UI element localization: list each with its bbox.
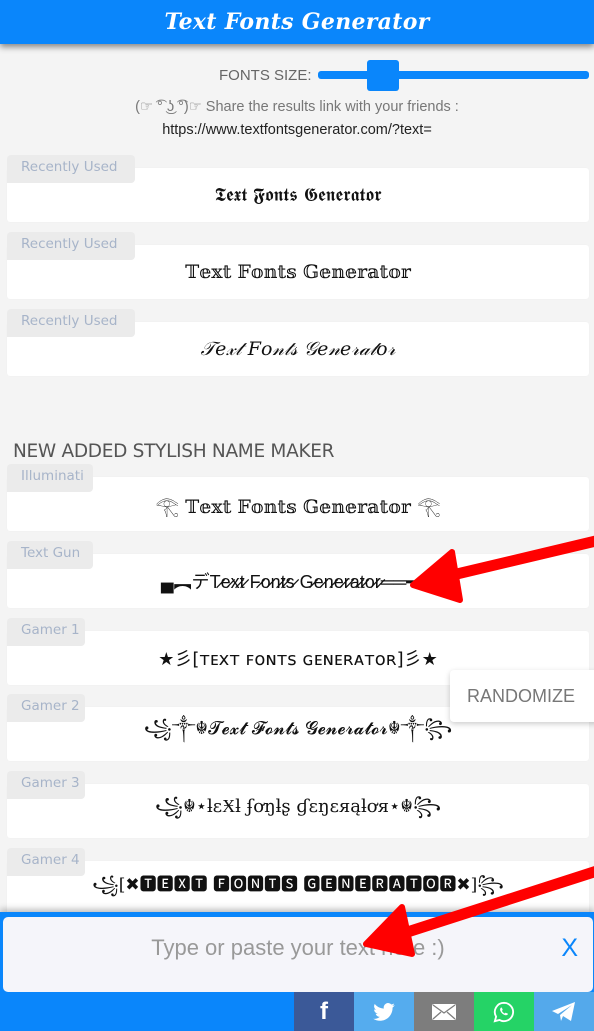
- style-item-label: Illuminati: [7, 464, 93, 492]
- input-bar: X f: [0, 912, 594, 1031]
- style-item-text[interactable]: ꧁[✖🆃🅴🆇🆃 🅵🅾🅽🆃🆂 🅶🅴🅽🅴🆁🅰🆃🅾🆁✖]꧂: [7, 861, 589, 915]
- email-icon: [432, 1003, 456, 1020]
- whatsapp-share-button[interactable]: [474, 992, 534, 1031]
- style-item-label: Gamer 3: [7, 771, 85, 799]
- font-size-slider-track[interactable]: [318, 71, 589, 79]
- telegram-icon: [552, 1001, 575, 1021]
- recent-item-label: Recently Used: [7, 232, 135, 260]
- share-prompt: (☞ ͡° ͜ʖ ͡°)☞ Share the results link wit…: [135, 99, 459, 115]
- whatsapp-icon: [493, 1001, 515, 1022]
- share-buttons: f: [294, 992, 594, 1031]
- style-item-label: Gamer 1: [7, 618, 85, 646]
- app-header: Text Fonts Generator: [0, 0, 594, 44]
- font-size-label: FONTS SIZE:: [219, 67, 312, 84]
- share-link[interactable]: https://www.textfontsgenerator.com/?text…: [0, 122, 594, 138]
- style-item-text[interactable]: ▄︻デT̷e̷x̷t̷ F̷o̷n̷t̷s̷ G̷e̷n̷e̷r̷a̷t̷o̷r…: [7, 554, 589, 608]
- font-size-slider-thumb[interactable]: [367, 60, 400, 91]
- text-input[interactable]: [3, 917, 593, 992]
- recent-item-label: Recently Used: [7, 309, 135, 337]
- twitter-icon: [373, 1002, 395, 1021]
- style-item-text[interactable]: ꧁☬⋆ƚεӾƚ ʄơŋƚʂ ɠεŋεяąƚơя⋆☬꧂: [7, 784, 589, 838]
- facebook-icon: f: [320, 997, 328, 1025]
- app-title: Text Fonts Generator: [164, 9, 430, 35]
- recent-item-label: Recently Used: [7, 155, 135, 183]
- clear-button[interactable]: X: [561, 934, 578, 963]
- section-title: NEW ADDED STYLISH NAME MAKER: [13, 441, 335, 462]
- style-item-text[interactable]: 𓂀 𝕋𝕖𝕩𝕥 𝔽𝕠𝕟𝕥𝕤 𝔾𝕖𝕟𝕖𝕣𝕒𝕥𝕠𝕣 𓂀: [7, 477, 589, 531]
- facebook-share-button[interactable]: f: [294, 992, 354, 1031]
- style-item-label: Text Gun: [7, 541, 93, 569]
- email-share-button[interactable]: [414, 992, 474, 1031]
- style-item-label: Gamer 2: [7, 694, 85, 722]
- telegram-share-button[interactable]: [534, 992, 594, 1031]
- twitter-share-button[interactable]: [354, 992, 414, 1031]
- randomize-button[interactable]: RANDOMIZE: [450, 670, 594, 722]
- style-item-label: Gamer 4: [7, 848, 85, 876]
